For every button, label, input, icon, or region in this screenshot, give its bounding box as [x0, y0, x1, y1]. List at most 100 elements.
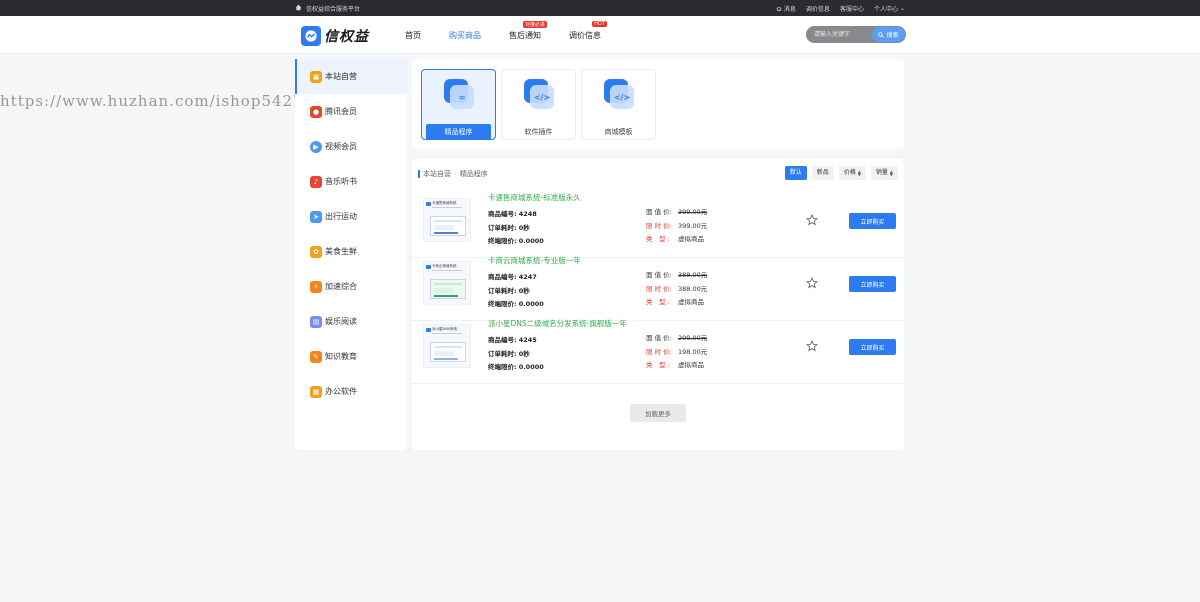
office-icon: ▦	[310, 385, 322, 398]
messages-link[interactable]: 消息	[776, 4, 796, 13]
home-icon[interactable]	[295, 4, 302, 13]
product-type: 虚拟商品	[678, 361, 704, 369]
sale-price: 399.00元	[678, 221, 708, 230]
search-input[interactable]	[806, 26, 872, 43]
sort-label: 默认	[789, 169, 802, 176]
face-price: 388.00元	[678, 271, 708, 279]
product-thumbnail[interactable]: 卡速售商城系统	[423, 198, 471, 242]
product-info: 卡商云商城系统-专业版一年 商品编号: 4247 订单耗时: 0秒 终端限价: …	[488, 255, 581, 312]
sale-label: 限 时 价:	[646, 347, 672, 356]
nav-buy-products[interactable]: 购买商品	[449, 30, 481, 41]
face-label: 面 值 价:	[646, 271, 672, 279]
search-button[interactable]: 搜索	[872, 27, 905, 42]
code-label: 商品编号:	[488, 336, 517, 344]
nav-home-label: 首页	[405, 31, 421, 40]
product-title[interactable]: 派小星DNS二级域名分发系统-旗舰版一年	[488, 318, 627, 329]
order-time: 0秒	[518, 349, 530, 358]
type-label: 类 型:	[646, 298, 670, 306]
limit-label: 终端限价:	[488, 363, 517, 371]
product-row: 卡速售商城系统 卡速售商城系统-标准版永久 商品编号: 4248 订单耗时: 0…	[412, 192, 904, 258]
sidebar-item-label: 美食生鲜	[325, 247, 357, 256]
breadcrumb-item[interactable]: 本站自营	[423, 169, 451, 179]
terminal-limit: 0.0000	[518, 363, 544, 371]
product-thumbnail[interactable]: 派小星DNS系统	[423, 324, 471, 368]
subcategory-label: 软件插件	[524, 128, 553, 136]
sidebar-item-music[interactable]: ♪ 音乐听书	[295, 164, 407, 199]
breadcrumb-item[interactable]: 精品程序	[460, 169, 488, 179]
time-label: 订单耗时:	[488, 286, 517, 295]
template-icon: </>	[604, 79, 634, 109]
buy-now-button[interactable]: 立即购买	[849, 213, 896, 229]
subcategory-plugins[interactable]: </> 软件插件	[501, 69, 576, 140]
sort-bar: 默认 新品 价格 ▲ ▼ 销量 ▲ ▼	[784, 166, 898, 180]
code-label: 商品编号:	[488, 210, 517, 218]
favorite-star-icon[interactable]	[806, 340, 818, 352]
sidebar-item-food[interactable]: ✿ 美食生鲜	[295, 234, 407, 269]
sort-sales[interactable]: 销量 ▲ ▼	[870, 166, 898, 180]
sort-label: 价格	[843, 169, 856, 176]
type-label: 类 型:	[646, 361, 670, 369]
sidebar-item-office[interactable]: ▦ 办公软件	[295, 374, 407, 409]
site-name[interactable]: 信权益综合服务平台	[306, 4, 360, 13]
search-box: 搜索	[806, 26, 906, 43]
nav-buy-label: 购买商品	[449, 31, 481, 40]
subcategory-templates[interactable]: </> 商城模板	[581, 69, 656, 140]
sort-new[interactable]: 新品	[811, 166, 834, 180]
sidebar-item-reading[interactable]: ▤ 娱乐阅读	[295, 304, 407, 339]
speed-icon: ⚡	[310, 280, 322, 293]
top-bar-links: 消息 调价信息 客服中心 个人中心 ⌄	[776, 4, 905, 13]
chevron-down-icon: ⌄	[899, 5, 905, 12]
product-title[interactable]: 卡商云商城系统-专业版一年	[488, 255, 581, 266]
nav-price-info-label: 调价信息	[569, 31, 601, 40]
nav-after-sales-label: 售后通知	[509, 31, 541, 40]
bell-icon	[776, 6, 782, 11]
sort-arrows-icon: ▲ ▼	[857, 169, 861, 177]
type-label: 类 型:	[646, 235, 670, 243]
product-prices: 面 值 价: 299.00元 限 时 价: 198.00元 类 型: 虚拟商品	[646, 332, 707, 373]
sort-price[interactable]: 价格 ▲ ▼	[838, 166, 866, 180]
favorite-star-icon[interactable]	[806, 214, 818, 226]
sidebar-item-label: 本站自营	[325, 72, 357, 81]
sort-label: 销量	[875, 169, 888, 176]
face-price: 299.00元	[678, 334, 708, 342]
buy-now-button[interactable]: 立即购买	[849, 339, 896, 355]
sidebar-item-travel[interactable]: ➤ 出行运动	[295, 199, 407, 234]
logo[interactable]: 信权益	[301, 26, 369, 46]
product-row: 卡商云商城系统 卡商云商城系统-专业版一年 商品编号: 4247 订单耗时: 0…	[412, 255, 904, 321]
product-prices: 面 值 价: 399.00元 限 时 价: 399.00元 类 型: 虚拟商品	[646, 206, 707, 247]
store-icon: ▣	[310, 70, 322, 83]
user-center-label: 个人中心	[873, 6, 898, 13]
sort-arrows-icon: ▲ ▼	[889, 169, 893, 177]
price-adjust-link[interactable]: 调价信息	[806, 4, 830, 13]
travel-icon: ➤	[310, 210, 322, 223]
sidebar-item-label: 知识教育	[325, 352, 357, 361]
nav-home[interactable]: 首页	[405, 30, 421, 41]
sidebar-item-tencent[interactable]: ● 腾讯会员	[295, 94, 407, 129]
product-info: 卡速售商城系统-标准版永久 商品编号: 4248 订单耗时: 0秒 终端限价: …	[488, 192, 581, 249]
product-code: 4247	[518, 273, 537, 281]
sidebar-item-speed[interactable]: ⚡ 加速综合	[295, 269, 407, 304]
load-more-button[interactable]: 加载更多	[630, 404, 686, 422]
product-thumbnail[interactable]: 卡商云商城系统	[423, 261, 471, 305]
favorite-star-icon[interactable]	[806, 277, 818, 289]
sidebar-item-label: 腾讯会员	[325, 107, 357, 116]
nav-price-info[interactable]: 调价信息 HOT	[569, 21, 607, 41]
sort-label: 新品	[816, 169, 829, 176]
product-title[interactable]: 卡速售商城系统-标准版永久	[488, 192, 581, 203]
top-bar: 信权益综合服务平台 消息 调价信息 客服中心 个人中心 ⌄	[0, 0, 1200, 16]
user-center-link[interactable]: 个人中心 ⌄	[874, 4, 905, 13]
customer-service-link[interactable]: 客服中心	[840, 4, 864, 13]
top-bar-left: 信权益综合服务平台	[295, 4, 360, 13]
subcategory-programs[interactable]: ∞ 精品程序	[421, 69, 496, 140]
sidebar-item-video[interactable]: ▶ 视频会员	[295, 129, 407, 164]
sort-default[interactable]: 默认	[784, 166, 807, 180]
buy-now-button[interactable]: 立即购买	[849, 276, 896, 292]
time-label: 订单耗时:	[488, 223, 517, 232]
thumbnail-brand: 卡速售商城系统	[432, 201, 457, 205]
nav-after-sales[interactable]: 售后通知 对接必进	[509, 21, 547, 41]
code-label: 商品编号:	[488, 273, 517, 281]
sale-label: 限 时 价:	[646, 284, 672, 293]
sidebar-item-self-operated[interactable]: ▣ 本站自营	[295, 59, 407, 94]
sidebar-item-education[interactable]: ✎ 知识教育	[295, 339, 407, 374]
food-icon: ✿	[310, 245, 322, 258]
